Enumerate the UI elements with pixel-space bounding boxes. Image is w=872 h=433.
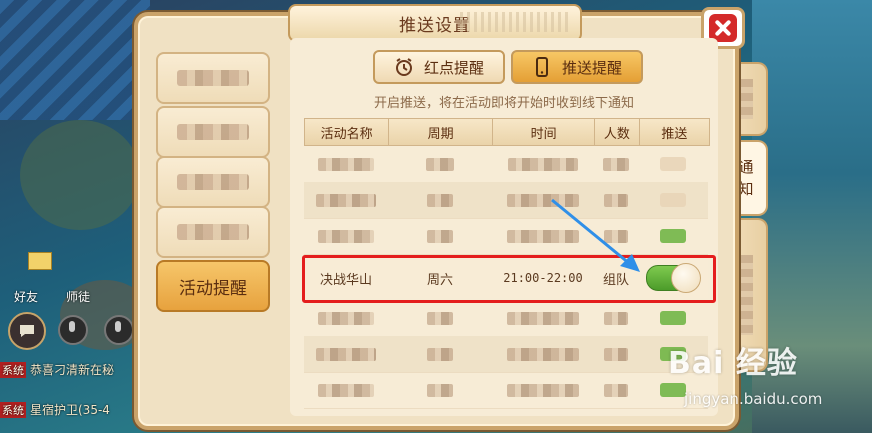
baidu-watermark: Bai 经验 jingyan.baidu.com <box>668 338 868 413</box>
watermark-url: jingyan.baidu.com <box>684 390 823 408</box>
watermark-logo: Bai 经验 <box>668 346 798 381</box>
